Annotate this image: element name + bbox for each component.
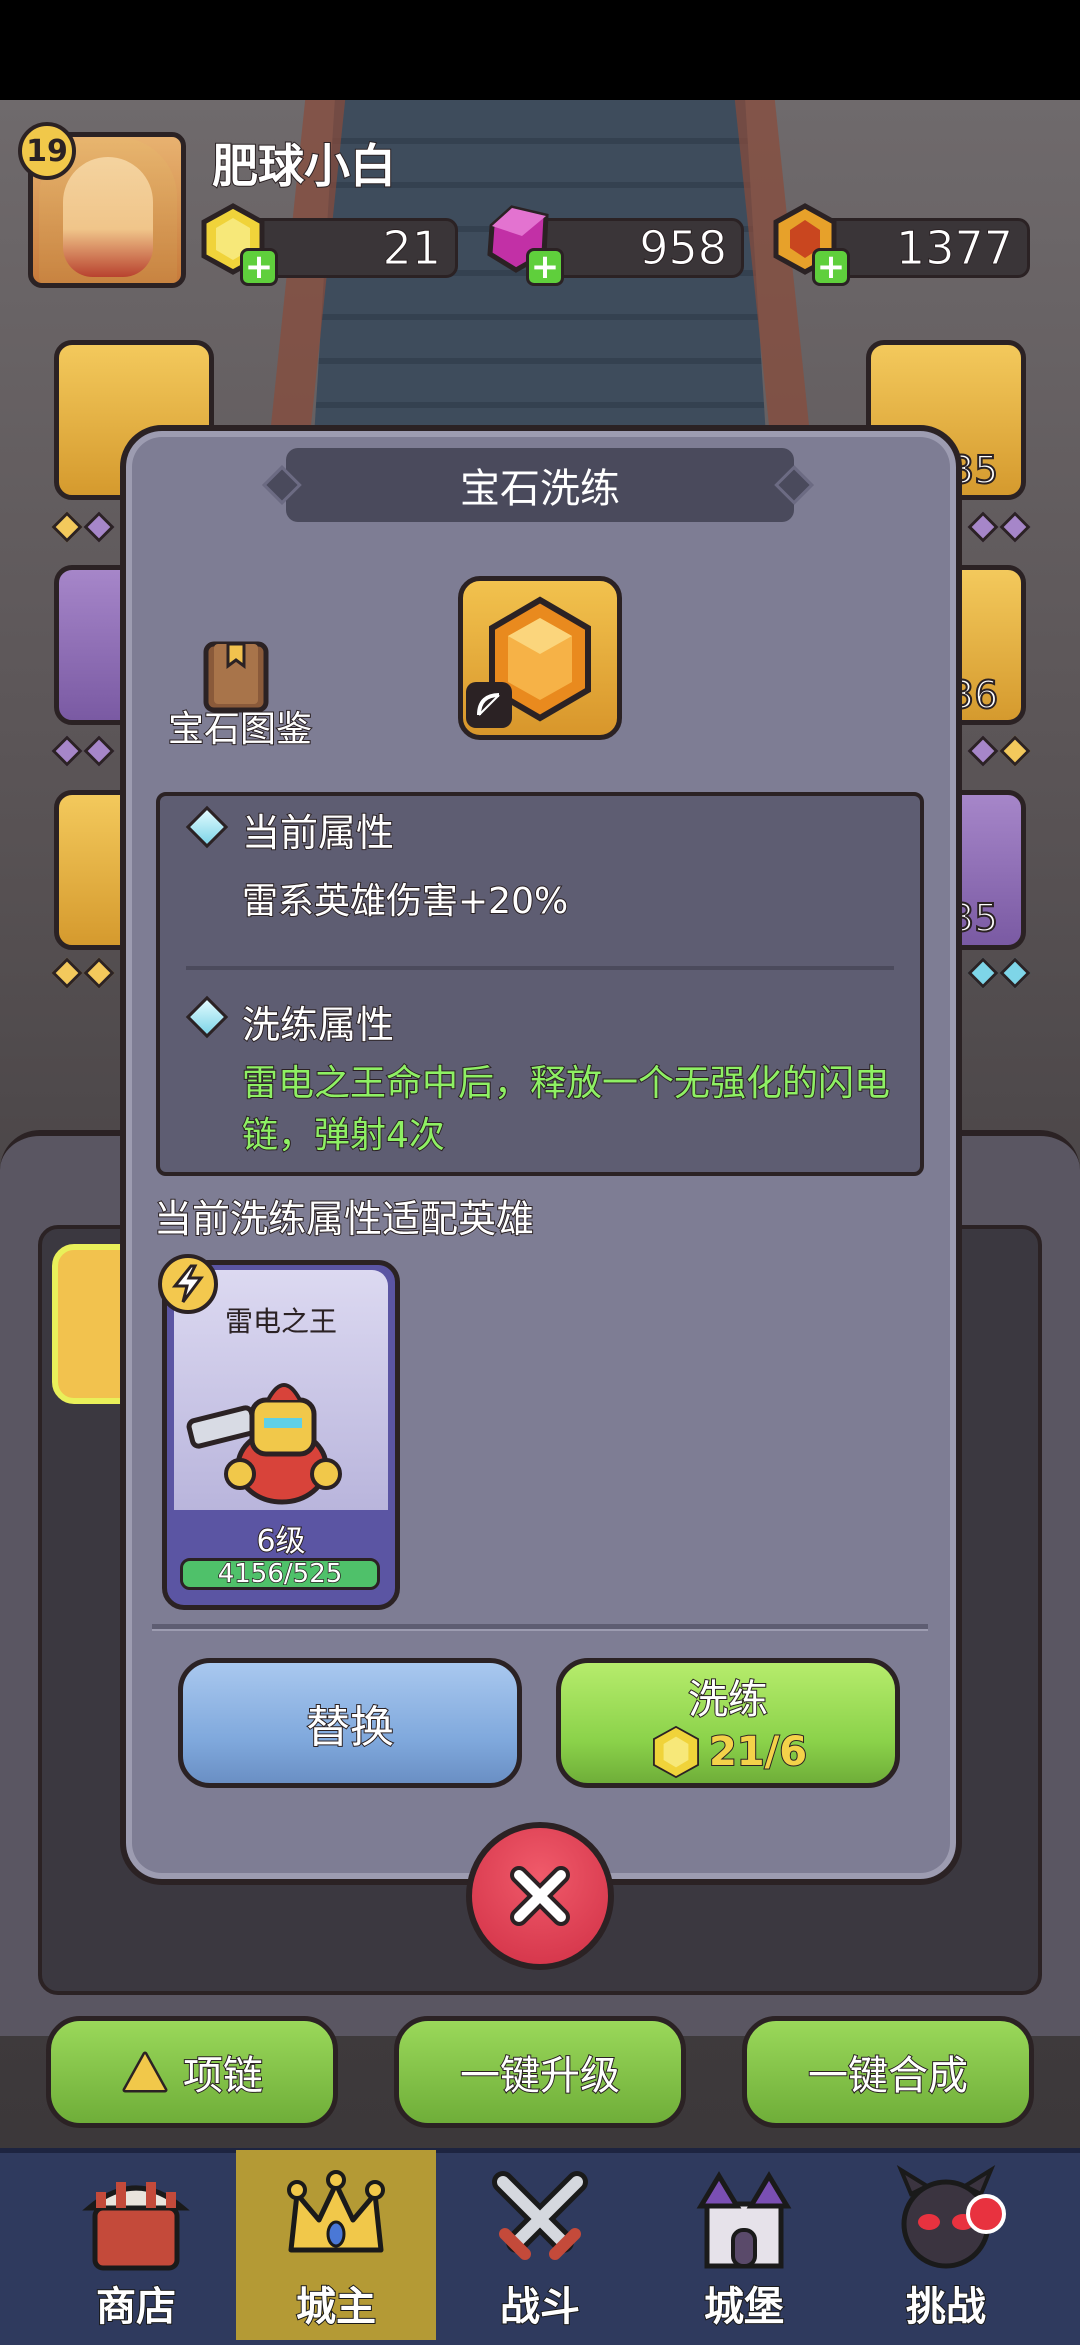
lightning-element-icon — [158, 1254, 218, 1314]
hero-level: 6级 — [255, 1523, 306, 1560]
current-attr-text: 雷系英雄伤害+20% — [241, 880, 569, 923]
hero-progress-text: 4156/525 — [217, 1558, 343, 1590]
nav-battle[interactable]: 战斗 — [440, 2150, 640, 2340]
notification-dot — [966, 2194, 1006, 2234]
gem-catalog-label[interactable]: 宝石图鉴 — [167, 700, 313, 752]
triangle-icon — [122, 2051, 168, 2093]
necklace-label: 项链 — [182, 2052, 264, 2100]
dialog-divider — [152, 1624, 928, 1631]
refine-button[interactable]: 洗练 21/6 — [556, 1658, 900, 1788]
current-attr-heading: 当前属性 — [241, 810, 395, 856]
refine-attr-heading: 洗练属性 — [241, 1002, 395, 1048]
thunder-king-portrait — [186, 1383, 342, 1505]
close-icon — [510, 1866, 570, 1926]
add-gold-button[interactable]: + — [240, 248, 278, 286]
player-name: 肥球小白 — [211, 138, 397, 194]
upgrade-all-button[interactable]: 一键升级 — [394, 2016, 686, 2128]
nav-shop[interactable]: 商店 — [36, 2150, 236, 2340]
nav-challenge[interactable]: 挑战 — [846, 2150, 1046, 2340]
nav-challenge-label: 挑战 — [905, 2283, 987, 2331]
add-gem-button[interactable]: + — [526, 248, 564, 286]
shop-icon — [82, 2182, 190, 2271]
replace-button[interactable]: 替换 — [178, 1658, 522, 1788]
refine-button-label: 洗练 — [687, 1676, 769, 1724]
necklace-button[interactable]: 项链 — [46, 2016, 338, 2128]
status-bar — [0, 0, 1080, 100]
nav-lord[interactable]: 城主 — [236, 2150, 436, 2340]
dialog-title: 宝石洗练 — [460, 466, 620, 512]
nav-battle-label: 战斗 — [499, 2283, 581, 2331]
attr-divider — [186, 966, 894, 970]
fit-hero-label: 当前洗练属性适配英雄 — [153, 1196, 535, 1242]
castle-icon — [696, 2171, 792, 2269]
crown-icon — [287, 2170, 385, 2253]
level-badge: 19 — [18, 122, 76, 180]
nav-castle-label: 城堡 — [703, 2283, 785, 2331]
nav-castle[interactable]: 城堡 — [644, 2150, 844, 2340]
gold-coin-icon — [652, 1725, 699, 1779]
merge-all-button[interactable]: 一键合成 — [742, 2016, 1034, 2128]
add-orange-gem-button[interactable]: + — [812, 248, 850, 286]
avatar-face — [63, 157, 153, 277]
refine-cost-value: 21/6 — [708, 1728, 808, 1776]
nav-lord-label: 城主 — [295, 2283, 377, 2331]
close-button[interactable] — [466, 1822, 614, 1970]
refine-cost: 21/6 — [649, 1725, 808, 1779]
refine-attr-text: 雷电之王命中后，释放一个无强化的闪电链，弹射4次 — [241, 1062, 891, 1157]
bow-icon — [466, 682, 512, 728]
crossed-swords-icon — [492, 2171, 588, 2260]
nav-shop-label: 商店 — [95, 2283, 177, 2331]
